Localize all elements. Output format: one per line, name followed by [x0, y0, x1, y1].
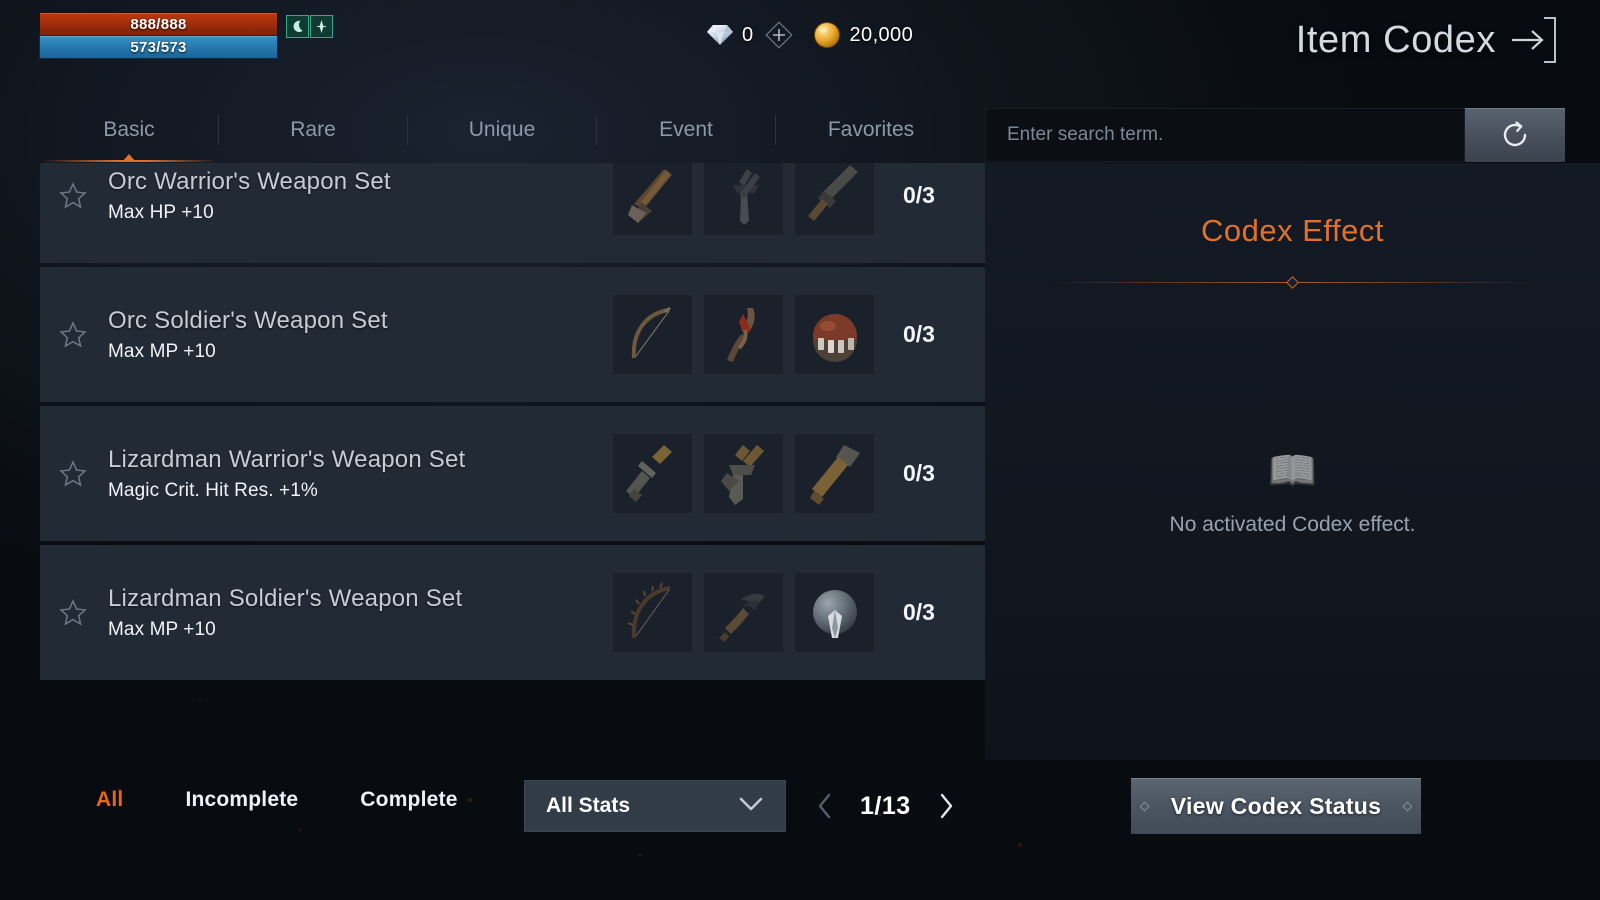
page-header: Item Codex: [1296, 14, 1558, 66]
list-item-stat: Max HP +10: [108, 201, 214, 223]
page-title: Item Codex: [1295, 18, 1496, 61]
list-item-text: Lizardman Soldier's Weapon Set Max MP +1…: [106, 585, 612, 641]
list-item-stat: Magic Crit. Hit Res. +1%: [108, 479, 318, 501]
bow-icon[interactable]: [612, 294, 693, 375]
tab-rare-label: Rare: [290, 118, 336, 141]
diamond-gem-icon: [707, 25, 733, 45]
list-item-text: Lizardman Warrior's Weapon Set Magic Cri…: [106, 446, 612, 502]
exit-arrow-icon[interactable]: [1510, 14, 1558, 66]
stat-filter-value: All Stats: [546, 794, 631, 817]
list-item-title: Lizardman Soldier's Weapon Set: [108, 584, 463, 612]
hp-value: 888/888: [130, 15, 187, 33]
stat-filter-dropdown[interactable]: All Stats: [524, 780, 786, 832]
list-item-count: 0/3: [903, 599, 935, 625]
list-item-count: 0/3: [903, 321, 935, 347]
favorite-star-icon[interactable]: [40, 459, 106, 489]
codex-set-list[interactable]: x Weight Limit +10 Orc Warrior's Weapon …: [40, 163, 985, 760]
gold-value: 20,000: [849, 23, 914, 46]
orb-icon[interactable]: [794, 294, 875, 375]
codex-effect-title: Codex Effect: [1201, 213, 1384, 248]
chevron-right-icon[interactable]: [933, 788, 959, 824]
filter-complete[interactable]: Complete: [360, 788, 457, 812]
tab-unique[interactable]: Unique: [408, 105, 596, 155]
tab-favorites[interactable]: Favorites: [776, 105, 966, 155]
helm-orb-icon[interactable]: [794, 572, 875, 653]
hammer-icon[interactable]: [794, 433, 875, 514]
gold-coin-icon: [813, 22, 840, 48]
sword-icon[interactable]: [794, 163, 875, 236]
tab-basic-label: Basic: [103, 118, 155, 141]
thorn-bow-icon[interactable]: [612, 572, 693, 653]
list-item-icons: [612, 163, 875, 236]
tab-basic[interactable]: Basic: [40, 105, 218, 162]
bottom-toolbar: All Incomplete Complete All Stats 1/13 V…: [0, 768, 1600, 900]
page-indicator: 1/13: [860, 791, 911, 820]
mp-value: 573/573: [130, 38, 187, 56]
divider-diamond: [1286, 276, 1299, 289]
open-book-icon: 📖: [1267, 449, 1318, 493]
dagger-icon[interactable]: [703, 163, 784, 236]
wing-staff-icon[interactable]: [703, 572, 784, 653]
search-bar: [985, 108, 1565, 162]
buff-moon-icon[interactable]: [286, 15, 309, 38]
list-item-icons: [612, 294, 875, 375]
tab-favorites-label: Favorites: [827, 118, 915, 141]
list-item[interactable]: Lizardman Warrior's Weapon Set Magic Cri…: [40, 406, 985, 541]
staff-icon[interactable]: [703, 294, 784, 375]
section-divider: [1045, 276, 1540, 289]
filter-all[interactable]: All: [96, 788, 123, 812]
gem-value: 0: [742, 23, 754, 46]
tab-active-marker: [122, 154, 136, 162]
tab-event[interactable]: Event: [597, 105, 775, 155]
currency-bar: 0 20,000: [706, 20, 913, 50]
tab-rare[interactable]: Rare: [219, 105, 407, 155]
buff-star-icon[interactable]: [310, 15, 333, 38]
pagination: 1/13: [812, 788, 959, 824]
list-item-title: Lizardman Warrior's Weapon Set: [108, 445, 466, 473]
buff-list: [286, 15, 333, 38]
category-tabs: Basic Rare Unique Event Favorites: [40, 105, 985, 163]
gold-currency: 20,000: [812, 20, 914, 50]
vitals-bars: 888/888 573/573: [40, 13, 277, 58]
tab-unique-label: Unique: [468, 118, 536, 141]
button-diamond-right: [1402, 801, 1413, 811]
list-item-text: Orc Warrior's Weapon Set Max HP +10: [106, 168, 612, 224]
search-input[interactable]: [985, 108, 1465, 162]
list-item-icons: [612, 433, 875, 514]
codex-effect-panel: Codex Effect 📖 No activated Codex effect…: [985, 163, 1600, 760]
twin-blade-icon[interactable]: [703, 433, 784, 514]
mp-bar: 573/573: [40, 36, 277, 58]
add-currency-button[interactable]: [764, 20, 794, 50]
favorite-star-icon[interactable]: [40, 320, 106, 350]
list-item[interactable]: Orc Warrior's Weapon Set Max HP +10 0/3: [40, 163, 985, 263]
list-item-title: Orc Soldier's Weapon Set: [108, 306, 388, 334]
list-item-count: 0/3: [903, 460, 935, 486]
list-item-stat: Max MP +10: [108, 340, 216, 362]
longsword-icon[interactable]: [612, 433, 693, 514]
list-item[interactable]: Lizardman Soldier's Weapon Set Max MP +1…: [40, 545, 985, 680]
codex-empty-state: 📖 No activated Codex effect.: [985, 451, 1600, 537]
view-codex-status-label: View Codex Status: [1170, 792, 1382, 819]
top-hud: 888/888 573/573 0 20,000 Item Codex: [0, 0, 1600, 92]
chevron-down-icon: [738, 796, 764, 817]
gem-currency: 0: [706, 22, 754, 48]
list-item-stat: Max MP +10: [108, 618, 216, 640]
search-refresh-icon[interactable]: [1465, 108, 1565, 162]
list-item-text: Orc Soldier's Weapon Set Max MP +10: [106, 307, 612, 363]
codex-empty-text: No activated Codex effect.: [1169, 513, 1416, 536]
favorite-star-icon[interactable]: [40, 598, 106, 628]
tab-event-label: Event: [659, 118, 713, 141]
view-codex-status-button[interactable]: View Codex Status: [1131, 778, 1421, 834]
filter-incomplete[interactable]: Incomplete: [185, 788, 298, 812]
completion-filters: All Incomplete Complete: [96, 788, 458, 812]
favorite-star-icon[interactable]: [40, 181, 106, 211]
list-item-icons: [612, 572, 875, 653]
list-item-title: Orc Warrior's Weapon Set: [108, 167, 391, 195]
button-diamond-left: [1139, 801, 1150, 811]
hp-bar: 888/888: [40, 13, 277, 35]
axe-icon[interactable]: [612, 163, 693, 236]
chevron-left-icon[interactable]: [812, 788, 838, 824]
list-item[interactable]: Orc Soldier's Weapon Set Max MP +10 0/3: [40, 267, 985, 402]
list-item-count: 0/3: [903, 182, 935, 208]
